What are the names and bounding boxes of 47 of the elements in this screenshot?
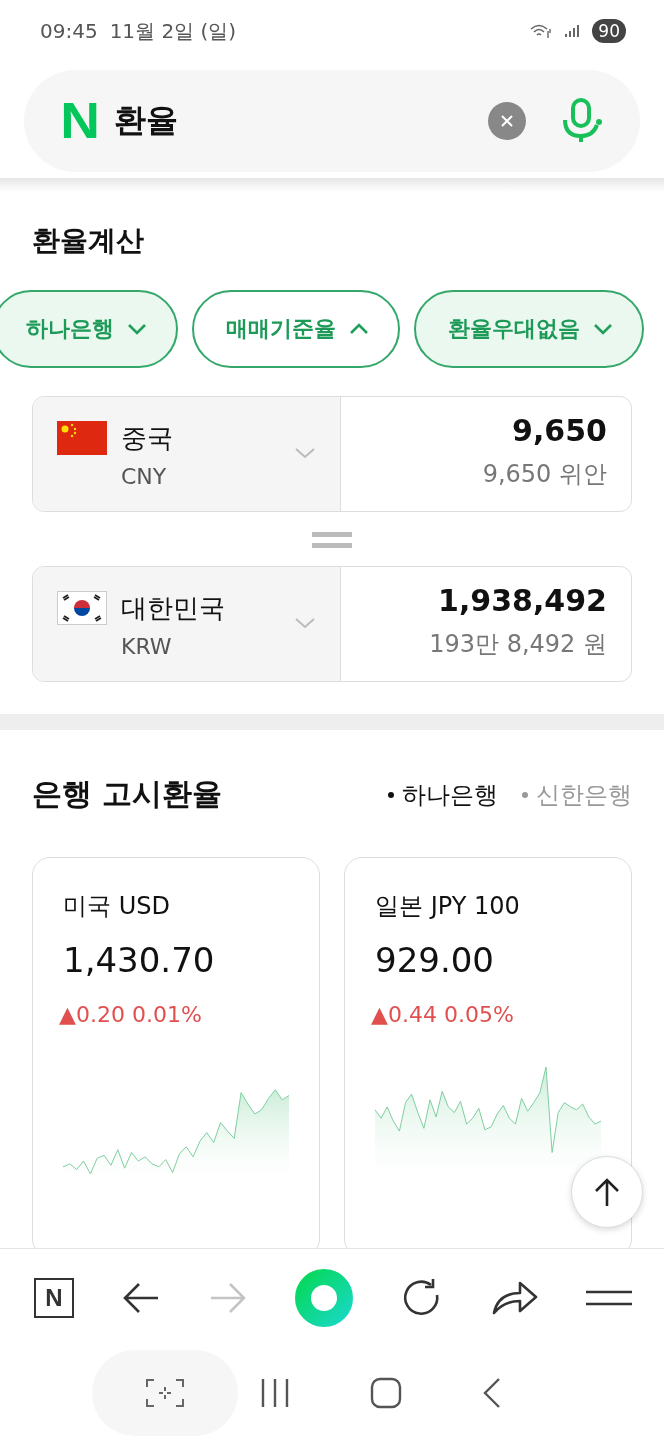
exchange-rate: 929.00: [375, 940, 495, 980]
rate-change: ▲0.20 0.01%: [59, 1002, 202, 1027]
currency-selector[interactable]: 대한민국 KRW: [33, 567, 341, 681]
korea-flag-icon: [57, 591, 107, 625]
currency-code: CNY: [121, 464, 168, 489]
amount-reading: 193만 8,492 원: [429, 629, 607, 660]
battery-level: 90: [592, 19, 626, 43]
chevron-icon: [592, 322, 614, 336]
country-name: 중국: [121, 422, 173, 455]
china-flag-icon: [57, 421, 107, 455]
home-icon[interactable]: [370, 1377, 402, 1409]
chevron-icon: [126, 322, 148, 336]
chevron-icon: [348, 322, 370, 336]
scroll-to-top-button[interactable]: [571, 1156, 643, 1228]
search-field[interactable]: N 환율: [24, 70, 640, 172]
back-icon[interactable]: [482, 1377, 502, 1409]
status-date: 11월 2일 (일): [109, 17, 237, 45]
amount-value[interactable]: 9,650: [512, 413, 607, 448]
close-icon: [501, 115, 513, 127]
currency-name: 일본 JPY 100: [375, 891, 521, 922]
amount-reading: 9,650 위안: [482, 459, 607, 490]
country-name: 대한민국: [121, 592, 225, 625]
chevron-down-icon: [294, 447, 316, 459]
up-arrow-icon: [594, 1177, 620, 1207]
naver-logo: N: [60, 96, 100, 146]
search-query: 환율: [114, 100, 179, 141]
recent-apps-icon[interactable]: [260, 1378, 290, 1408]
back-arrow-icon[interactable]: [122, 1281, 161, 1314]
signal-icon: [564, 24, 581, 38]
home-button[interactable]: N: [34, 1277, 74, 1318]
rate-change: ▲0.44 0.05%: [371, 1002, 514, 1027]
screenshot-icon: [146, 1379, 184, 1407]
filter-chip[interactable]: 매매기준율: [192, 290, 400, 368]
equals-icon: [312, 530, 352, 550]
amount-value[interactable]: 1,938,492: [438, 583, 607, 618]
section-title: 은행 고시환율: [32, 775, 223, 813]
bank-tab[interactable]: 하나은행: [388, 778, 498, 811]
currency-selector[interactable]: 중국 CNY: [33, 397, 341, 511]
clear-button[interactable]: [488, 102, 526, 140]
wifi-icon: [530, 23, 553, 39]
currency-code: KRW: [121, 634, 173, 659]
currency-name: 미국 USD: [63, 891, 171, 922]
section-title: 환율계산: [32, 223, 145, 259]
exchange-rate: 1,430.70: [63, 940, 216, 980]
status-time: 09:45: [40, 19, 98, 43]
menu-icon[interactable]: [585, 1288, 632, 1307]
chevron-down-icon: [294, 617, 316, 629]
